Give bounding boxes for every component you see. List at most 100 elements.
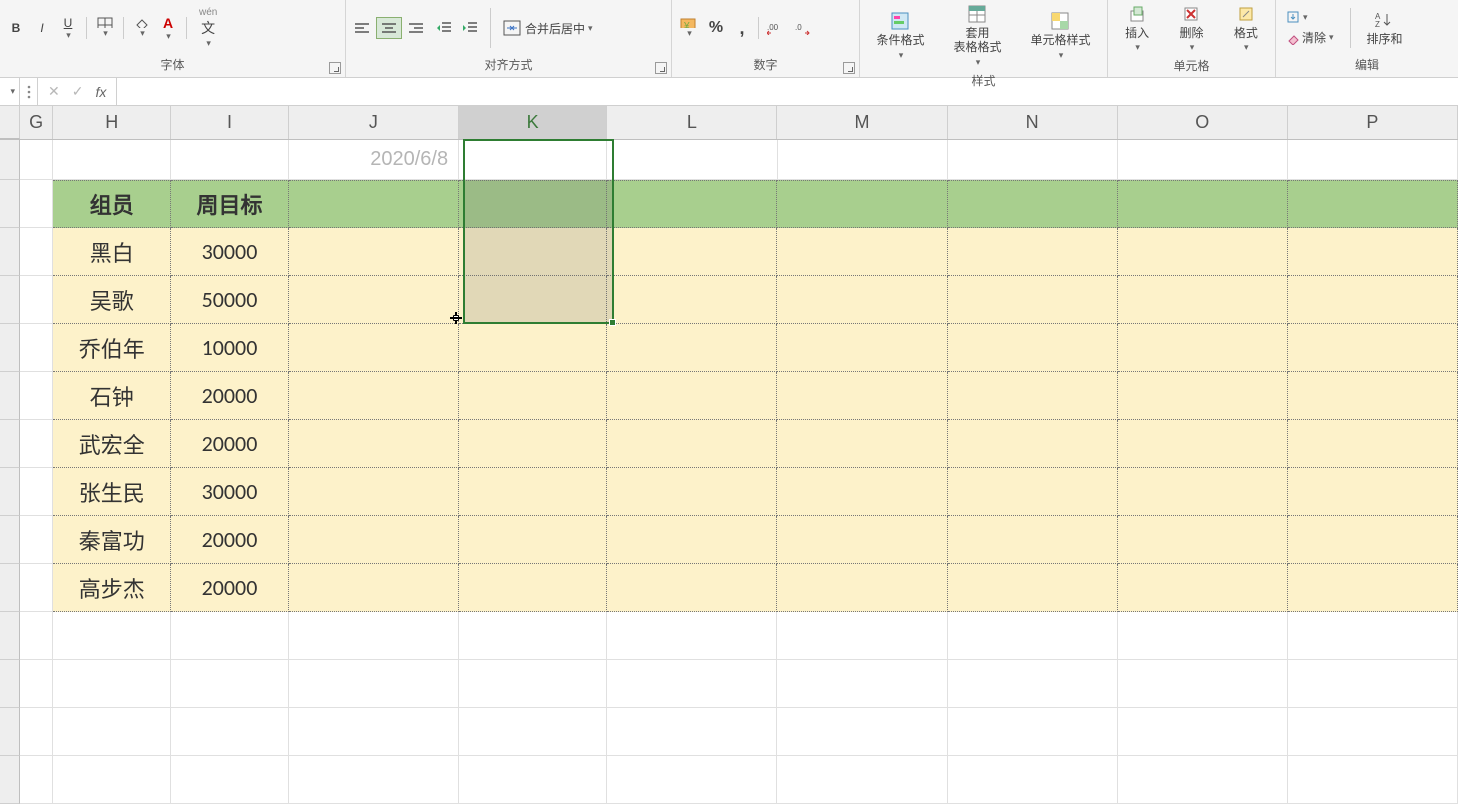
row-header[interactable]	[0, 420, 20, 468]
cell[interactable]	[289, 612, 459, 660]
cell[interactable]	[948, 140, 1118, 180]
cell[interactable]	[20, 140, 54, 180]
column-header[interactable]: H	[53, 106, 171, 139]
cell[interactable]	[289, 372, 459, 420]
cell[interactable]	[459, 708, 607, 756]
borders-button[interactable]: ▾	[93, 15, 117, 41]
cell[interactable]	[948, 660, 1118, 708]
decrease-indent-button[interactable]	[432, 17, 456, 39]
cell[interactable]	[20, 660, 54, 708]
row-header[interactable]	[0, 468, 20, 516]
cell[interactable]	[777, 564, 947, 612]
column-header[interactable]: N	[948, 106, 1118, 139]
cell[interactable]	[171, 708, 289, 756]
cell[interactable]	[171, 756, 289, 804]
cell[interactable]	[607, 612, 777, 660]
percent-button[interactable]: %	[704, 15, 728, 41]
insert-function-button[interactable]: fx	[95, 84, 106, 100]
cell[interactable]	[20, 468, 54, 516]
comma-button[interactable]: ,	[730, 15, 754, 41]
insert-button[interactable]: 插入▾	[1119, 2, 1155, 55]
cell[interactable]: 10000	[171, 324, 289, 372]
cell[interactable]	[53, 612, 171, 660]
cell[interactable]	[1288, 756, 1458, 804]
dialog-launcher-icon[interactable]	[655, 62, 667, 74]
name-box-options[interactable]	[20, 78, 38, 105]
conditional-format-button[interactable]: 条件格式▾	[870, 9, 930, 62]
clear-button[interactable]: 清除▾	[1280, 27, 1340, 48]
cell[interactable]: 石钟	[53, 372, 171, 420]
table-format-button[interactable]: 套用 表格格式▾	[947, 2, 1007, 70]
cell[interactable]: 武宏全	[53, 420, 171, 468]
cell[interactable]	[948, 564, 1118, 612]
cell[interactable]	[289, 708, 459, 756]
cell[interactable]	[459, 372, 607, 420]
cell[interactable]: 20000	[171, 564, 289, 612]
cell[interactable]	[1288, 708, 1458, 756]
align-left-button[interactable]	[350, 17, 374, 39]
cell[interactable]	[1118, 420, 1288, 468]
cell[interactable]	[607, 516, 777, 564]
cell[interactable]	[20, 324, 54, 372]
italic-button[interactable]: I	[30, 15, 54, 41]
row-header[interactable]	[0, 140, 20, 180]
cell[interactable]	[777, 516, 947, 564]
cell[interactable]	[289, 276, 459, 324]
cell[interactable]	[948, 180, 1118, 228]
merge-center-button[interactable]: 合并后居中 ▾	[499, 18, 597, 39]
column-header[interactable]: J	[289, 106, 459, 139]
cell[interactable]	[777, 180, 947, 228]
fill-button[interactable]: ▾	[1280, 8, 1340, 26]
column-header[interactable]: G	[20, 106, 54, 139]
cell[interactable]	[459, 468, 607, 516]
fill-color-button[interactable]: ▾	[130, 15, 154, 41]
cell[interactable]	[459, 420, 607, 468]
cell[interactable]	[53, 140, 171, 180]
cell[interactable]	[607, 756, 777, 804]
cell[interactable]	[948, 756, 1118, 804]
cell[interactable]: 秦富功	[53, 516, 171, 564]
cell[interactable]	[1118, 756, 1288, 804]
underline-button[interactable]: U▾	[56, 15, 80, 41]
format-button[interactable]: 格式▾	[1228, 2, 1264, 55]
cell-style-button[interactable]: 单元格样式▾	[1024, 9, 1096, 62]
cell[interactable]	[20, 756, 54, 804]
cell[interactable]	[289, 228, 459, 276]
row-header[interactable]	[0, 372, 20, 420]
cell[interactable]	[777, 612, 947, 660]
increase-indent-button[interactable]	[458, 17, 482, 39]
cell[interactable]	[607, 468, 777, 516]
row-header[interactable]	[0, 180, 20, 228]
cell[interactable]	[1288, 228, 1458, 276]
cell[interactable]: 20000	[171, 372, 289, 420]
cell[interactable]	[20, 228, 54, 276]
cell[interactable]: 20000	[171, 516, 289, 564]
cell[interactable]	[459, 180, 607, 228]
row-header[interactable]	[0, 756, 20, 804]
cell[interactable]	[607, 324, 777, 372]
cell[interactable]: 高步杰	[53, 564, 171, 612]
cell[interactable]	[53, 756, 171, 804]
cell[interactable]	[53, 708, 171, 756]
formula-input[interactable]	[117, 78, 1458, 105]
cell[interactable]	[289, 756, 459, 804]
cell[interactable]: 30000	[171, 228, 289, 276]
cell[interactable]	[289, 180, 459, 228]
cell[interactable]	[777, 756, 947, 804]
row-header[interactable]	[0, 660, 20, 708]
cell[interactable]	[1118, 140, 1288, 180]
cell[interactable]	[20, 180, 54, 228]
cell[interactable]	[20, 708, 54, 756]
cell[interactable]	[171, 612, 289, 660]
bold-button[interactable]: B	[4, 15, 28, 41]
cell[interactable]: 组员	[53, 180, 171, 228]
cell[interactable]: 张生民	[53, 468, 171, 516]
cell[interactable]	[289, 564, 459, 612]
cell[interactable]: 乔伯年	[53, 324, 171, 372]
cell[interactable]	[607, 228, 777, 276]
cell[interactable]	[53, 660, 171, 708]
cell[interactable]	[459, 324, 607, 372]
cell[interactable]	[1118, 612, 1288, 660]
cell[interactable]	[20, 420, 54, 468]
cell[interactable]	[607, 372, 777, 420]
